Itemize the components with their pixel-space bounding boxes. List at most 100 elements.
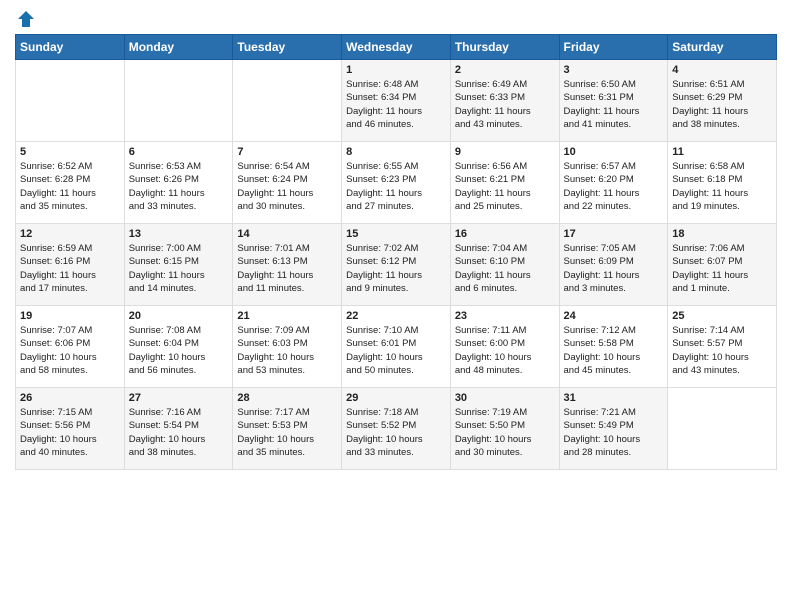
day-number: 24 [564,310,664,322]
day-info: Sunrise: 7:06 AM Sunset: 6:07 PM Dayligh… [672,242,772,295]
day-number: 29 [346,392,446,404]
day-number: 6 [129,146,229,158]
calendar-week-row: 5 Sunrise: 6:52 AM Sunset: 6:28 PM Daylig… [16,142,777,224]
calendar-cell: 4 Sunrise: 6:51 AM Sunset: 6:29 PM Daylig… [668,60,777,142]
calendar-cell: 28 Sunrise: 7:17 AM Sunset: 5:53 PM Dayli… [233,388,342,470]
day-number: 12 [20,228,120,240]
weekday-header: Thursday [450,35,559,60]
day-number: 8 [346,146,446,158]
day-number: 13 [129,228,229,240]
day-info: Sunrise: 7:05 AM Sunset: 6:09 PM Dayligh… [564,242,664,295]
calendar-cell: 20 Sunrise: 7:08 AM Sunset: 6:04 PM Dayli… [124,306,233,388]
day-number: 28 [237,392,337,404]
day-info: Sunrise: 7:18 AM Sunset: 5:52 PM Dayligh… [346,406,446,459]
day-info: Sunrise: 6:48 AM Sunset: 6:34 PM Dayligh… [346,78,446,131]
weekday-header: Monday [124,35,233,60]
weekday-header-row: SundayMondayTuesdayWednesdayThursdayFrid… [16,35,777,60]
day-number: 16 [455,228,555,240]
calendar-cell: 10Sunrise: 6:57 AM Sunset: 6:20 PM Dayli… [559,142,668,224]
day-info: Sunrise: 7:19 AM Sunset: 5:50 PM Dayligh… [455,406,555,459]
day-info: Sunrise: 6:58 AM Sunset: 6:18 PM Dayligh… [672,160,772,213]
day-info: Sunrise: 7:11 AM Sunset: 6:00 PM Dayligh… [455,324,555,377]
weekday-header: Wednesday [342,35,451,60]
weekday-header: Saturday [668,35,777,60]
day-number: 4 [672,64,772,76]
calendar-week-row: 19 Sunrise: 7:07 AM Sunset: 6:06 PM Dayli… [16,306,777,388]
calendar-cell: 29 Sunrise: 7:18 AM Sunset: 5:52 PM Dayli… [342,388,451,470]
day-info: Sunrise: 6:55 AM Sunset: 6:23 PM Dayligh… [346,160,446,213]
day-number: 15 [346,228,446,240]
day-info: Sunrise: 6:56 AM Sunset: 6:21 PM Dayligh… [455,160,555,213]
calendar-cell: 13 Sunrise: 7:00 AM Sunset: 6:15 PM Dayli… [124,224,233,306]
day-info: Sunrise: 6:53 AM Sunset: 6:26 PM Dayligh… [129,160,229,213]
calendar-cell: 24 Sunrise: 7:12 AM Sunset: 5:58 PM Dayli… [559,306,668,388]
day-info: Sunrise: 7:10 AM Sunset: 6:01 PM Dayligh… [346,324,446,377]
calendar-cell: 27 Sunrise: 7:16 AM Sunset: 5:54 PM Dayli… [124,388,233,470]
page-container: SundayMondayTuesdayWednesdayThursdayFrid… [0,0,792,480]
day-info: Sunrise: 6:49 AM Sunset: 6:33 PM Dayligh… [455,78,555,131]
day-number: 9 [455,146,555,158]
day-number: 26 [20,392,120,404]
calendar-cell: 3 Sunrise: 6:50 AM Sunset: 6:31 PM Daylig… [559,60,668,142]
day-info: Sunrise: 7:02 AM Sunset: 6:12 PM Dayligh… [346,242,446,295]
day-info: Sunrise: 7:16 AM Sunset: 5:54 PM Dayligh… [129,406,229,459]
weekday-header: Sunday [16,35,125,60]
calendar-cell: 6 Sunrise: 6:53 AM Sunset: 6:26 PM Daylig… [124,142,233,224]
calendar-cell: 30Sunrise: 7:19 AM Sunset: 5:50 PM Dayli… [450,388,559,470]
calendar-cell: 11 Sunrise: 6:58 AM Sunset: 6:18 PM Dayli… [668,142,777,224]
day-number: 5 [20,146,120,158]
day-info: Sunrise: 7:01 AM Sunset: 6:13 PM Dayligh… [237,242,337,295]
day-info: Sunrise: 7:07 AM Sunset: 6:06 PM Dayligh… [20,324,120,377]
calendar-table: SundayMondayTuesdayWednesdayThursdayFrid… [15,34,777,470]
calendar-cell: 21Sunrise: 7:09 AM Sunset: 6:03 PM Dayli… [233,306,342,388]
day-info: Sunrise: 7:08 AM Sunset: 6:04 PM Dayligh… [129,324,229,377]
calendar-cell: 22 Sunrise: 7:10 AM Sunset: 6:01 PM Dayli… [342,306,451,388]
day-info: Sunrise: 6:51 AM Sunset: 6:29 PM Dayligh… [672,78,772,131]
calendar-cell: 15 Sunrise: 7:02 AM Sunset: 6:12 PM Dayli… [342,224,451,306]
day-number: 23 [455,310,555,322]
calendar-cell: 31Sunrise: 7:21 AM Sunset: 5:49 PM Dayli… [559,388,668,470]
calendar-cell: 9 Sunrise: 6:56 AM Sunset: 6:21 PM Daylig… [450,142,559,224]
calendar-cell: 19 Sunrise: 7:07 AM Sunset: 6:06 PM Dayli… [16,306,125,388]
day-number: 18 [672,228,772,240]
calendar-cell [16,60,125,142]
calendar-cell: 2 Sunrise: 6:49 AM Sunset: 6:33 PM Daylig… [450,60,559,142]
day-number: 31 [564,392,664,404]
calendar-cell: 25Sunrise: 7:14 AM Sunset: 5:57 PM Dayli… [668,306,777,388]
calendar-cell: 16Sunrise: 7:04 AM Sunset: 6:10 PM Dayli… [450,224,559,306]
calendar-cell: 14 Sunrise: 7:01 AM Sunset: 6:13 PM Dayli… [233,224,342,306]
day-number: 27 [129,392,229,404]
calendar-cell: 1Sunrise: 6:48 AM Sunset: 6:34 PM Daylig… [342,60,451,142]
calendar-cell: 7Sunrise: 6:54 AM Sunset: 6:24 PM Daylig… [233,142,342,224]
calendar-cell: 5 Sunrise: 6:52 AM Sunset: 6:28 PM Daylig… [16,142,125,224]
logo-icon [17,10,35,28]
calendar-cell [233,60,342,142]
day-number: 20 [129,310,229,322]
day-info: Sunrise: 7:00 AM Sunset: 6:15 PM Dayligh… [129,242,229,295]
calendar-cell: 18 Sunrise: 7:06 AM Sunset: 6:07 PM Dayli… [668,224,777,306]
calendar-cell: 23 Sunrise: 7:11 AM Sunset: 6:00 PM Dayli… [450,306,559,388]
logo [15,10,35,28]
day-number: 11 [672,146,772,158]
day-number: 3 [564,64,664,76]
day-number: 14 [237,228,337,240]
day-info: Sunrise: 7:17 AM Sunset: 5:53 PM Dayligh… [237,406,337,459]
header [15,10,777,28]
calendar-cell: 26 Sunrise: 7:15 AM Sunset: 5:56 PM Dayli… [16,388,125,470]
day-number: 17 [564,228,664,240]
day-info: Sunrise: 6:50 AM Sunset: 6:31 PM Dayligh… [564,78,664,131]
calendar-cell: 8 Sunrise: 6:55 AM Sunset: 6:23 PM Daylig… [342,142,451,224]
day-number: 19 [20,310,120,322]
weekday-header: Tuesday [233,35,342,60]
day-info: Sunrise: 6:52 AM Sunset: 6:28 PM Dayligh… [20,160,120,213]
day-number: 22 [346,310,446,322]
day-number: 2 [455,64,555,76]
day-info: Sunrise: 6:57 AM Sunset: 6:20 PM Dayligh… [564,160,664,213]
calendar-cell: 17 Sunrise: 7:05 AM Sunset: 6:09 PM Dayli… [559,224,668,306]
day-info: Sunrise: 6:59 AM Sunset: 6:16 PM Dayligh… [20,242,120,295]
calendar-cell [668,388,777,470]
calendar-week-row: 26 Sunrise: 7:15 AM Sunset: 5:56 PM Dayli… [16,388,777,470]
day-info: Sunrise: 7:12 AM Sunset: 5:58 PM Dayligh… [564,324,664,377]
day-info: Sunrise: 7:15 AM Sunset: 5:56 PM Dayligh… [20,406,120,459]
day-number: 7 [237,146,337,158]
